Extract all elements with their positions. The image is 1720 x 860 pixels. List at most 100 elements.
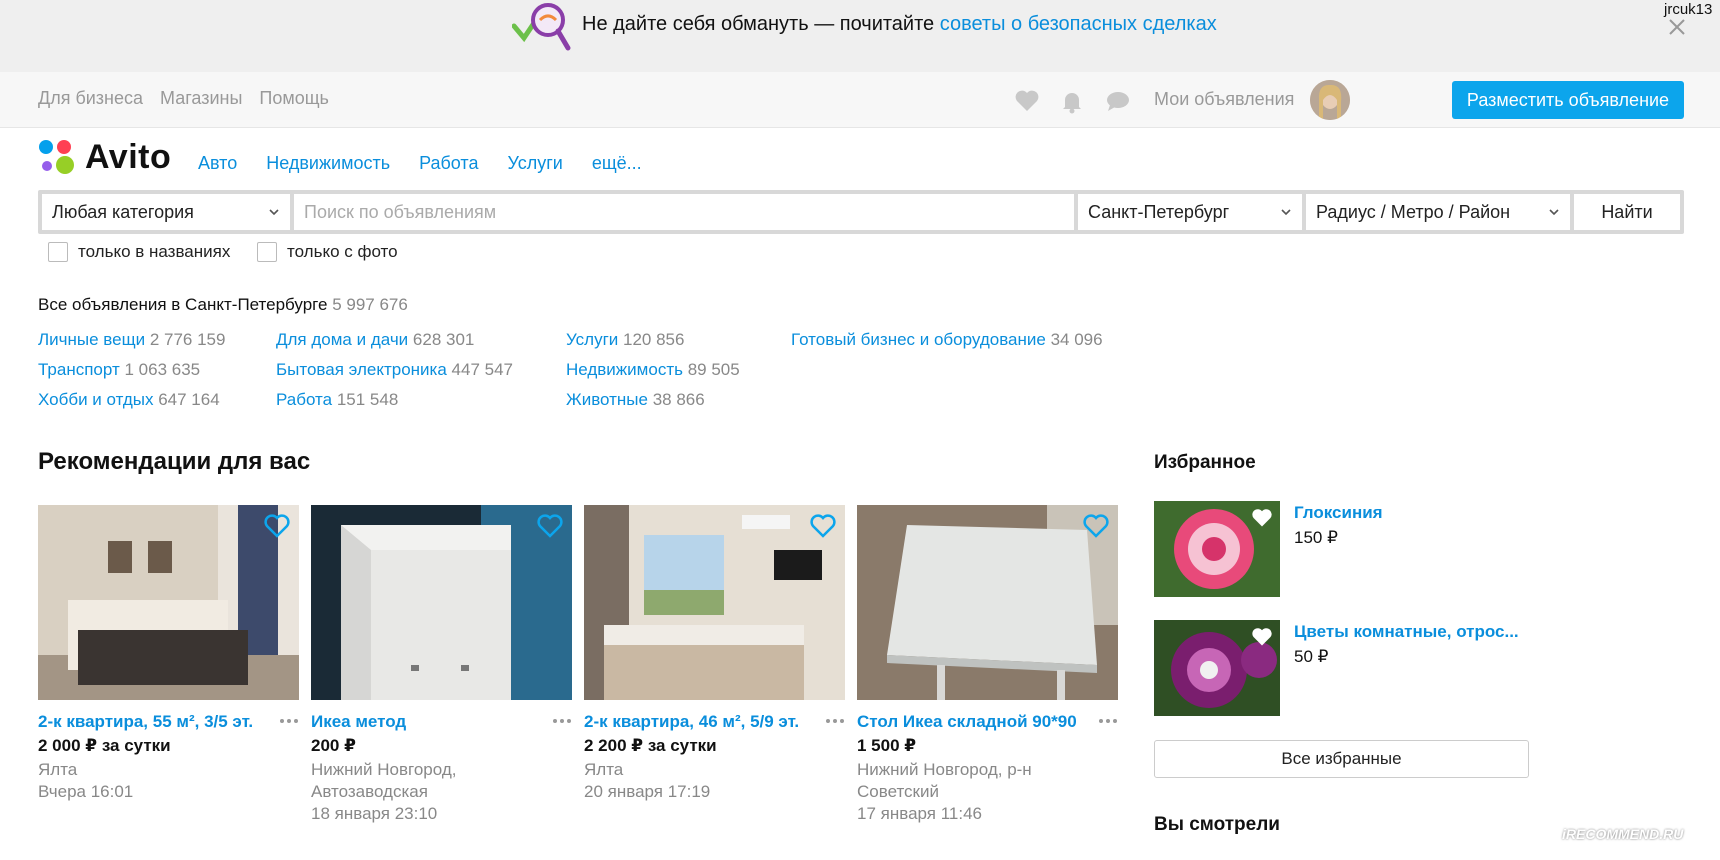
radius-select-value: Радиус / Метро / Район (1316, 201, 1511, 222)
search-input[interactable]: Поиск по объявлениям (294, 194, 1074, 230)
favorite-heart-icon[interactable] (1082, 513, 1110, 539)
listing-title[interactable]: 2-к квартира, 46 м², 5/9 эт. (584, 712, 799, 732)
top-bar: Для бизнеса Магазины Помощь Мои объявлен… (0, 72, 1720, 128)
listing-card[interactable]: Икеа метод 200 ₽ Нижний Новгород, Автоза… (311, 505, 572, 823)
radius-select[interactable]: Радиус / Метро / Район (1306, 194, 1570, 230)
category-count: 447 547 (451, 360, 513, 379)
listing-location-block: Нижний Новгород, р-н Советский 17 января … (857, 759, 1118, 825)
for-business-link[interactable]: Для бизнеса (38, 88, 143, 109)
photo-only-checkbox-row[interactable]: только с фото (257, 242, 398, 262)
listing-card[interactable]: 2-к квартира, 55 м², 3/5 эт. 2 000 ₽ за … (38, 505, 299, 801)
safe-deals-link[interactable]: советы о безопасных сделках (940, 13, 1217, 35)
nav-services[interactable]: Услуги (507, 153, 562, 174)
listing-card[interactable]: Стол Икеа складной 90*90 1 500 ₽ Нижний … (857, 505, 1118, 823)
titles-only-checkbox-row[interactable]: только в названиях (48, 242, 230, 262)
help-link[interactable]: Помощь (259, 88, 329, 109)
avatar[interactable] (1310, 80, 1350, 120)
my-ads-link[interactable]: Мои объявления (1154, 89, 1294, 110)
category-count: 647 164 (158, 390, 220, 409)
photo-only-checkbox[interactable] (257, 242, 277, 262)
category-link[interactable]: Готовый бизнес и оборудование 34 096 (791, 330, 1103, 350)
city-select[interactable]: Санкт-Петербург (1078, 194, 1302, 230)
category-name[interactable]: Бытовая электроника (276, 360, 447, 379)
category-link[interactable]: Личные вещи 2 776 159 (38, 330, 225, 350)
shops-link[interactable]: Магазины (160, 88, 242, 109)
favorite-heart-icon[interactable] (263, 513, 291, 539)
all-ads-count: 5 997 676 (332, 295, 408, 314)
favorite-photo[interactable] (1154, 620, 1280, 716)
find-button[interactable]: Найти (1574, 194, 1680, 230)
post-ad-button[interactable]: Разместить объявление (1452, 81, 1684, 119)
favorite-item[interactable]: Глоксиния 150 ₽ (1154, 501, 1534, 597)
close-icon[interactable] (1666, 14, 1688, 36)
listing-date: 18 января 23:10 (311, 804, 438, 823)
banner-text: Не дайте себя обмануть — почитайте совет… (582, 13, 1217, 36)
chevron-down-icon (1549, 209, 1559, 216)
listing-photo[interactable] (584, 505, 845, 700)
listing-title[interactable]: Икеа метод (311, 712, 406, 732)
apartment-photo (584, 505, 845, 700)
nav-jobs[interactable]: Работа (419, 153, 478, 174)
nav-more[interactable]: ещё... (592, 153, 642, 174)
favorite-item[interactable]: Цветы комнатные, отрос... 50 ₽ (1154, 620, 1534, 716)
category-name[interactable]: Готовый бизнес и оборудование (791, 330, 1046, 349)
listing-photo[interactable] (311, 505, 572, 700)
favorite-photo[interactable] (1154, 501, 1280, 597)
category-link[interactable]: Хобби и отдых 647 164 (38, 390, 220, 410)
category-name[interactable]: Личные вещи (38, 330, 145, 349)
listing-price: 200 ₽ (311, 736, 356, 755)
favorite-heart-icon[interactable] (536, 513, 564, 539)
listing-date: Вчера 16:01 (38, 782, 134, 801)
category-name[interactable]: Транспорт (38, 360, 120, 379)
favorite-title[interactable]: Глоксиния (1294, 503, 1383, 523)
category-link[interactable]: Недвижимость 89 505 (566, 360, 740, 380)
photo-only-label: только с фото (287, 242, 398, 261)
more-dots-icon[interactable] (825, 717, 845, 725)
favorite-heart-icon[interactable] (809, 513, 837, 539)
more-dots-icon[interactable] (279, 717, 299, 725)
safe-deal-icon (512, 3, 571, 51)
search-bar: Любая категория Поиск по объявлениям Сан… (38, 190, 1684, 234)
more-dots-icon[interactable] (552, 717, 572, 725)
listing-photo[interactable] (857, 505, 1118, 700)
listing-photo[interactable] (38, 505, 299, 700)
logo-text[interactable]: Avito (85, 138, 171, 177)
favorite-heart-icon[interactable] (1250, 626, 1274, 648)
heart-icon[interactable] (1014, 88, 1040, 114)
titles-only-checkbox[interactable] (48, 242, 68, 262)
listing-location-block: Ялта Вчера 16:01 (38, 759, 299, 803)
category-name[interactable]: Работа (276, 390, 332, 409)
category-count: 120 856 (623, 330, 685, 349)
category-link[interactable]: Услуги 120 856 (566, 330, 684, 350)
listing-title[interactable]: Стол Икеа складной 90*90 (857, 712, 1077, 732)
all-favorites-button[interactable]: Все избранные (1154, 740, 1529, 778)
category-name[interactable]: Хобби и отдых (38, 390, 153, 409)
category-link[interactable]: Транспорт 1 063 635 (38, 360, 200, 380)
nav-realty[interactable]: Недвижимость (266, 153, 390, 174)
bell-icon[interactable] (1059, 88, 1085, 114)
favorite-heart-icon[interactable] (1250, 507, 1274, 529)
category-link[interactable]: Животные 38 866 (566, 390, 705, 410)
listing-title[interactable]: 2-к квартира, 55 м², 3/5 эт. (38, 712, 253, 732)
category-name[interactable]: Недвижимость (566, 360, 683, 379)
category-link[interactable]: Бытовая электроника 447 547 (276, 360, 513, 380)
table-photo (857, 505, 1118, 700)
category-link[interactable]: Работа 151 548 (276, 390, 398, 410)
listing-location: Нижний Новгород, Автозаводская (311, 760, 457, 801)
listing-date: 17 января 11:46 (857, 804, 982, 823)
favorite-price: 50 ₽ (1294, 647, 1329, 666)
category-name[interactable]: Животные (566, 390, 648, 409)
category-link[interactable]: Для дома и дачи 628 301 (276, 330, 474, 350)
category-select[interactable]: Любая категория (42, 194, 290, 230)
more-dots-icon[interactable] (1098, 717, 1118, 725)
nav-auto[interactable]: Авто (198, 153, 237, 174)
favorite-title[interactable]: Цветы комнатные, отрос... (1294, 622, 1519, 642)
top-nav: Для бизнеса Магазины Помощь (38, 88, 329, 109)
listing-location: Ялта (38, 760, 78, 779)
chat-icon[interactable] (1105, 88, 1131, 114)
chevron-down-icon (1281, 209, 1291, 216)
listing-card[interactable]: 2-к квартира, 46 м², 5/9 эт. 2 200 ₽ за … (584, 505, 845, 801)
category-name[interactable]: Услуги (566, 330, 618, 349)
category-count: 2 776 159 (149, 330, 226, 349)
category-name[interactable]: Для дома и дачи (276, 330, 408, 349)
